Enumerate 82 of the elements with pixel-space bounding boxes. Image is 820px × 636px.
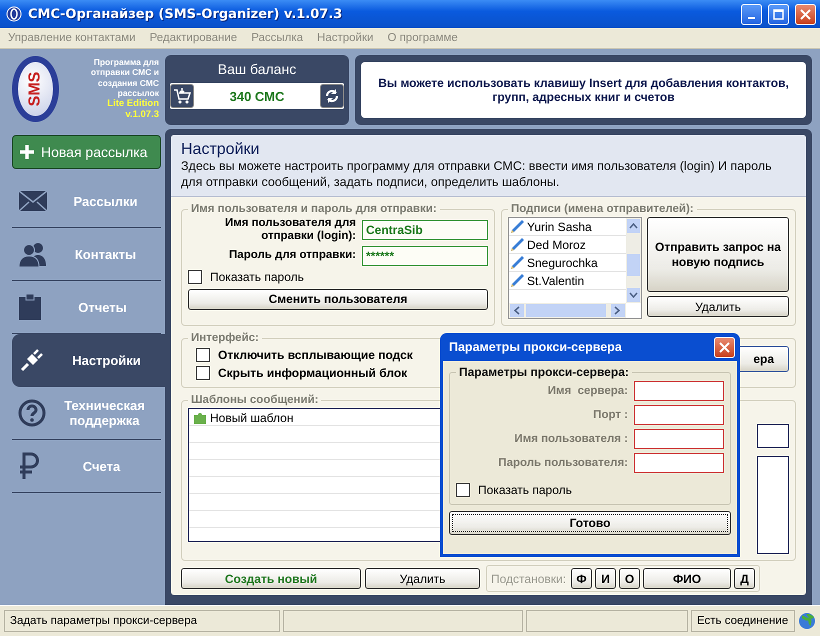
signature-item[interactable]: Yurin Sasha — [509, 218, 626, 236]
plus-icon — [19, 144, 35, 160]
app-icon — [6, 6, 22, 22]
window-title: СМС-Органайзер (SMS-Organizer) v.1.07.3 — [28, 6, 344, 22]
minimize-icon — [748, 16, 755, 18]
checkbox-label: Скрыть информационный блок — [218, 366, 408, 380]
dialog-title: Параметры прокси-сервера — [449, 340, 622, 354]
field-label: Порт : — [593, 409, 628, 421]
field-label: Имя сервера: — [548, 385, 628, 397]
settings-title: Настройки — [181, 141, 260, 159]
status-message: Задать параметры прокси-сервера — [4, 610, 280, 632]
substitutions-label: Подстановки: — [491, 572, 566, 586]
maximize-icon — [773, 8, 784, 20]
close-icon — [719, 342, 730, 352]
puzzle-icon — [192, 410, 207, 425]
substitution-button[interactable]: О — [619, 568, 640, 590]
settings-description: Здесь вы можете настроить программу для отправки СМС: ввести имя пользователя (login) И пароль для отправки сообщений, задать подписи, определить шаблоны. — [181, 159, 773, 190]
checkbox[interactable] — [196, 366, 210, 380]
plug-icon — [18, 346, 46, 374]
info-text: Вы можете использовать клавишу Insert для добавления контактов, групп, адресных книг и счетов — [361, 62, 806, 118]
group-legend: Имя пользователя и пароль для отправки: — [188, 203, 440, 216]
field-label: Имя пользователя для отправки (login): — [224, 217, 356, 243]
new-mailing-button[interactable]: Новая рассылка — [12, 135, 161, 169]
field-label: Пароль пользователя: — [498, 457, 628, 469]
checkbox[interactable] — [456, 482, 470, 496]
ruble-icon — [18, 452, 40, 480]
password-field[interactable]: ****** — [362, 246, 488, 266]
create-template-button[interactable]: Создать новый — [181, 568, 361, 590]
input-field[interactable] — [634, 381, 724, 401]
cart-icon[interactable] — [170, 84, 194, 108]
substitution-button[interactable]: И — [595, 568, 616, 590]
checkbox-label: Отключить всплывающие подск — [218, 348, 413, 362]
logo: SMS — [12, 56, 59, 122]
people-icon — [18, 241, 48, 267]
pen-icon — [509, 220, 525, 234]
change-user-button[interactable]: Сменить пользователя — [188, 288, 488, 310]
template-text-field[interactable] — [757, 456, 789, 554]
input-field[interactable] — [634, 405, 724, 425]
substitution-button[interactable]: Ф — [571, 568, 592, 590]
template-item[interactable]: Новый шаблон — [189, 409, 491, 426]
input-field[interactable] — [634, 453, 724, 473]
group-legend: Шаблоны сообщений: — [188, 394, 322, 406]
delete-button[interactable]: Удалить — [647, 296, 789, 318]
question-icon — [18, 399, 46, 427]
maximize-button[interactable] — [768, 4, 789, 24]
globe-icon — [798, 612, 816, 630]
balance-title: Ваш баланс — [218, 61, 296, 77]
template-name-field[interactable] — [757, 424, 789, 448]
pen-icon — [509, 274, 525, 288]
done-button[interactable]: Готово — [449, 511, 731, 535]
checkbox[interactable] — [188, 270, 202, 284]
group-legend: Интерфейс: — [188, 332, 262, 344]
field-label: Имя пользователя : — [514, 433, 628, 445]
checkbox-label: Показать пароль — [210, 270, 304, 284]
login-field[interactable]: CentraSib — [362, 220, 488, 240]
version-label: v.1.07.3 — [125, 109, 159, 121]
clipboard-icon — [18, 293, 42, 321]
minimize-button[interactable] — [741, 4, 762, 24]
connection-status: Есть соединение — [691, 610, 795, 632]
horizontal-scrollbar[interactable] — [509, 303, 626, 318]
substitution-button[interactable]: ФИО — [643, 568, 732, 590]
envelope-icon — [18, 190, 48, 212]
close-icon — [800, 8, 811, 20]
field-label: Пароль для отправки: — [228, 249, 356, 262]
checkbox[interactable] — [196, 348, 210, 362]
balance-value: 340 СМС — [230, 88, 284, 104]
edition-label: Lite Edition — [107, 98, 159, 110]
refresh-icon[interactable] — [320, 84, 344, 108]
signature-list[interactable]: Yurin Sasha Ded Moroz Snegurochka St.Valentin — [508, 217, 642, 320]
logo-description: Программа для отправки СМС и создания СМС рассылок — [90, 57, 159, 98]
substitution-button[interactable]: Д — [734, 568, 756, 590]
pen-icon — [509, 256, 525, 270]
request-signature-button[interactable]: Отправить запрос на новую подпись — [647, 217, 789, 292]
close-button[interactable] — [795, 4, 816, 24]
close-button[interactable] — [714, 336, 735, 358]
nav-item[interactable]: Настройки — [12, 334, 165, 387]
delete-template-button[interactable]: Удалить — [365, 568, 480, 590]
group-legend: Параметры прокси-сервера: — [456, 365, 632, 379]
group-legend: Подписи (имена отправителей): — [508, 203, 697, 216]
pen-icon — [509, 238, 525, 252]
vertical-scrollbar[interactable] — [626, 218, 641, 304]
input-field[interactable] — [634, 429, 724, 449]
